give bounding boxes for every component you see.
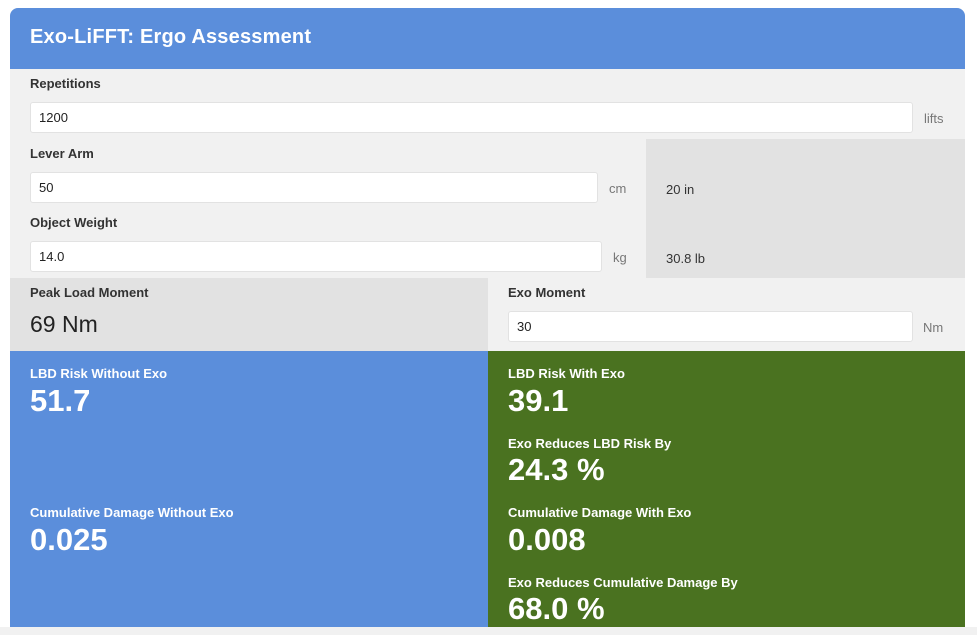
cumulative-damage-without-label: Cumulative Damage Without Exo [30,505,234,520]
peak-load-moment-label: Peak Load Moment [30,285,149,300]
repetitions-input[interactable] [30,102,913,133]
page-footer-strip [0,627,977,635]
lbd-risk-without-value: 51.7 [30,383,91,418]
object-weight-imperial: 30.8 lb [666,251,706,266]
results-without-exo-panel: LBD Risk Without Exo 51.7 Cumulative Dam… [10,351,488,635]
exo-moment-input[interactable] [508,311,913,342]
results-with-exo-panel: LBD Risk With Exo 39.1 Exo Reduces LBD R… [488,351,965,635]
lbd-risk-with-label: LBD Risk With Exo [508,366,625,381]
app-window: Exo-LiFFT: Ergo Assessment Repetitions l… [10,8,965,635]
app-header: Exo-LiFFT: Ergo Assessment [10,8,965,69]
object-weight-unit: kg [613,250,627,265]
lever-arm-unit: cm [609,181,627,196]
lbd-risk-without-label: LBD Risk Without Exo [30,366,168,381]
lbd-risk-reduction-value: 24.3 % [508,452,605,487]
cumulative-damage-without-value: 0.025 [30,522,108,557]
lever-arm-imperial: 20 in [666,182,695,197]
lbd-risk-reduction-label: Exo Reduces LBD Risk By [508,436,672,451]
exo-moment-label: Exo Moment [508,285,586,300]
repetitions-label: Repetitions [30,76,101,91]
object-weight-input[interactable] [30,241,602,272]
object-weight-label: Object Weight [30,215,118,230]
peak-load-moment-value: 69 Nm [30,311,98,337]
cumulative-damage-with-label: Cumulative Damage With Exo [508,505,692,520]
lbd-risk-with-value: 39.1 [508,383,569,418]
app-title: Exo-LiFFT: Ergo Assessment [30,26,312,48]
peak-load-moment-panel: Peak Load Moment 69 Nm [10,278,488,351]
cumulative-damage-reduction-value: 68.0 % [508,591,605,626]
cumulative-damage-reduction-label: Exo Reduces Cumulative Damage By [508,575,738,590]
cumulative-damage-with-value: 0.008 [508,522,586,557]
repetitions-unit: lifts [924,111,944,126]
lever-arm-input[interactable] [30,172,598,203]
exo-moment-unit: Nm [923,320,944,335]
lever-arm-label: Lever Arm [30,146,94,161]
